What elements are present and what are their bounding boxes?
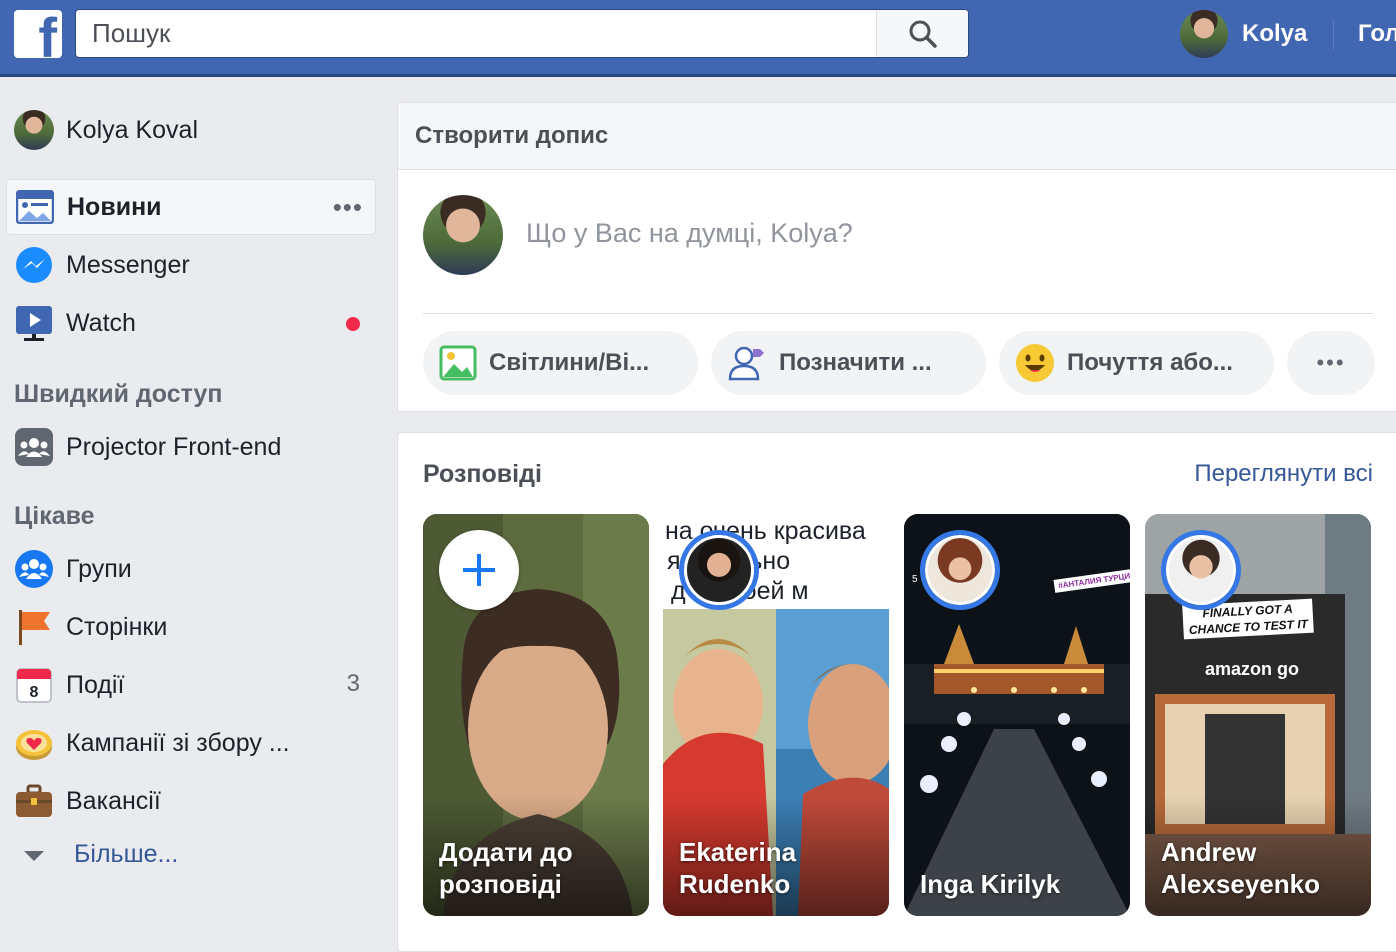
story-avatar-ring	[679, 530, 759, 610]
sidebar-item-label: Вакансії	[66, 786, 161, 815]
sidebar-item-watch[interactable]: Watch	[6, 295, 376, 351]
sidebar-profile-link[interactable]: Kolya Koval	[14, 110, 198, 150]
create-post-title: Створити допис	[415, 122, 609, 149]
sidebar-item-events[interactable]: 8 Події 3	[6, 657, 376, 713]
news-feed-icon	[15, 187, 55, 227]
group-icon	[14, 427, 54, 467]
search-box	[75, 9, 969, 58]
search-input[interactable]	[76, 10, 876, 57]
avatar	[684, 535, 754, 605]
story-avatar-ring	[920, 530, 1000, 610]
notification-dot	[346, 317, 360, 331]
tag-friends-icon	[728, 346, 764, 381]
sidebar-item-label: Projector Front-end	[66, 432, 282, 461]
sidebar-item-label: Події	[66, 670, 125, 699]
sidebar-item-label: Messenger	[66, 250, 190, 279]
sidebar-item-label: Сторінки	[66, 612, 168, 641]
feeling-activity-button[interactable]: Почуття або...	[999, 331, 1274, 395]
jobs-briefcase-icon	[14, 781, 54, 821]
sidebar-item-pages[interactable]: Сторінки	[6, 599, 376, 655]
add-story-button[interactable]	[439, 530, 519, 610]
facebook-logo[interactable]: f	[14, 10, 62, 58]
profile-name: Kolya	[1242, 20, 1308, 47]
divider	[1333, 20, 1334, 50]
sidebar-item-label: Групи	[66, 554, 132, 583]
story-card-add[interactable]: Додати до розповіді	[423, 514, 649, 916]
tag-friends-button[interactable]: Позначити ...	[711, 331, 986, 395]
story-card[interactable]: #АНТАЛИЯ ТУРЦИЯ 5 Inga Kirilyk	[904, 514, 1130, 916]
sidebar-item-messenger[interactable]: Messenger	[6, 237, 376, 293]
sidebar-profile-name: Kolya Koval	[66, 115, 199, 144]
avatar	[1166, 535, 1236, 605]
quick-access-heading: Швидкий доступ	[14, 380, 223, 408]
top-navigation-bar: f Kolya Голов	[0, 0, 1396, 77]
story-card[interactable]: FINALLY GOT A CHANCE TO TEST IT amazon g…	[1145, 514, 1371, 916]
sidebar-item-fundraisers[interactable]: Кампанії зі збору ...	[6, 715, 376, 771]
home-link[interactable]: Голов	[1358, 20, 1396, 48]
sidebar-more-link[interactable]: Більше...	[14, 840, 178, 869]
create-post-header: Створити допис	[398, 103, 1396, 170]
search-button[interactable]	[876, 10, 968, 57]
events-count-badge: 3	[346, 670, 360, 697]
composer-more-button[interactable]: •••	[1287, 331, 1375, 395]
feeling-activity-label: Почуття або...	[1067, 349, 1233, 376]
avatar	[423, 195, 503, 275]
sidebar-item-news-feed[interactable]: Новини •••	[6, 179, 376, 235]
see-all-stories-link[interactable]: Переглянути всі	[1194, 460, 1373, 488]
fundraiser-icon	[14, 723, 54, 763]
story-caption: Додати до розповіді	[439, 837, 573, 899]
pages-flag-icon	[14, 607, 54, 647]
stories-title: Розповіді	[423, 460, 542, 488]
more-options-icon: •••	[1316, 350, 1346, 375]
sidebar-item-groups[interactable]: Групи	[6, 541, 376, 597]
calendar-icon: 8	[14, 665, 54, 705]
sidebar-item-jobs[interactable]: Вакансії	[6, 773, 376, 829]
story-card[interactable]: на очень красива я.а сильно д ю твоей м …	[663, 514, 889, 916]
avatar	[925, 535, 995, 605]
search-icon	[909, 20, 937, 48]
photo-video-label: Світлини/Ві...	[489, 349, 650, 376]
explore-heading: Цікаве	[14, 502, 95, 530]
messenger-icon	[14, 245, 54, 285]
story-caption: Inga Kirilyk	[920, 869, 1061, 899]
post-text-input[interactable]: Що у Вас на думці, Kolya?	[526, 218, 853, 249]
sidebar-item-label: Watch	[66, 308, 136, 337]
avatar	[14, 110, 54, 150]
create-post-card: Створити допис Що у Вас на думці, Kolya?…	[397, 102, 1396, 412]
feeling-emoji-icon	[1016, 344, 1054, 382]
groups-icon	[14, 549, 54, 589]
photo-icon	[439, 345, 477, 381]
story-edge-digit: 5	[912, 574, 918, 585]
watch-icon	[14, 303, 54, 343]
facebook-logo-letter: f	[38, 10, 57, 58]
photo-video-button[interactable]: Світлини/Ві...	[423, 331, 698, 395]
divider	[423, 313, 1373, 314]
chevron-down-icon	[24, 850, 44, 861]
sidebar-item-label: Новини	[67, 192, 162, 221]
sidebar-item-projector-front-end[interactable]: Projector Front-end	[6, 419, 376, 475]
profile-link[interactable]: Kolya	[1180, 10, 1307, 58]
more-label: Більше...	[74, 840, 179, 868]
more-options-icon[interactable]: •••	[333, 192, 363, 223]
store-logo: amazon go	[1205, 659, 1300, 679]
tag-friends-label: Позначити ...	[779, 349, 932, 376]
calendar-day: 8	[30, 684, 39, 701]
avatar	[1180, 10, 1228, 58]
story-caption: Ekaterina Rudenko	[679, 837, 797, 899]
plus-icon	[463, 554, 495, 586]
stories-card: Розповіді Переглянути всі Додати до розп…	[397, 432, 1396, 952]
story-caption: Andrew Alexseyenko	[1161, 837, 1320, 899]
sidebar-item-label: Кампанії зі збору ...	[66, 728, 290, 757]
story-avatar-ring	[1161, 530, 1241, 610]
